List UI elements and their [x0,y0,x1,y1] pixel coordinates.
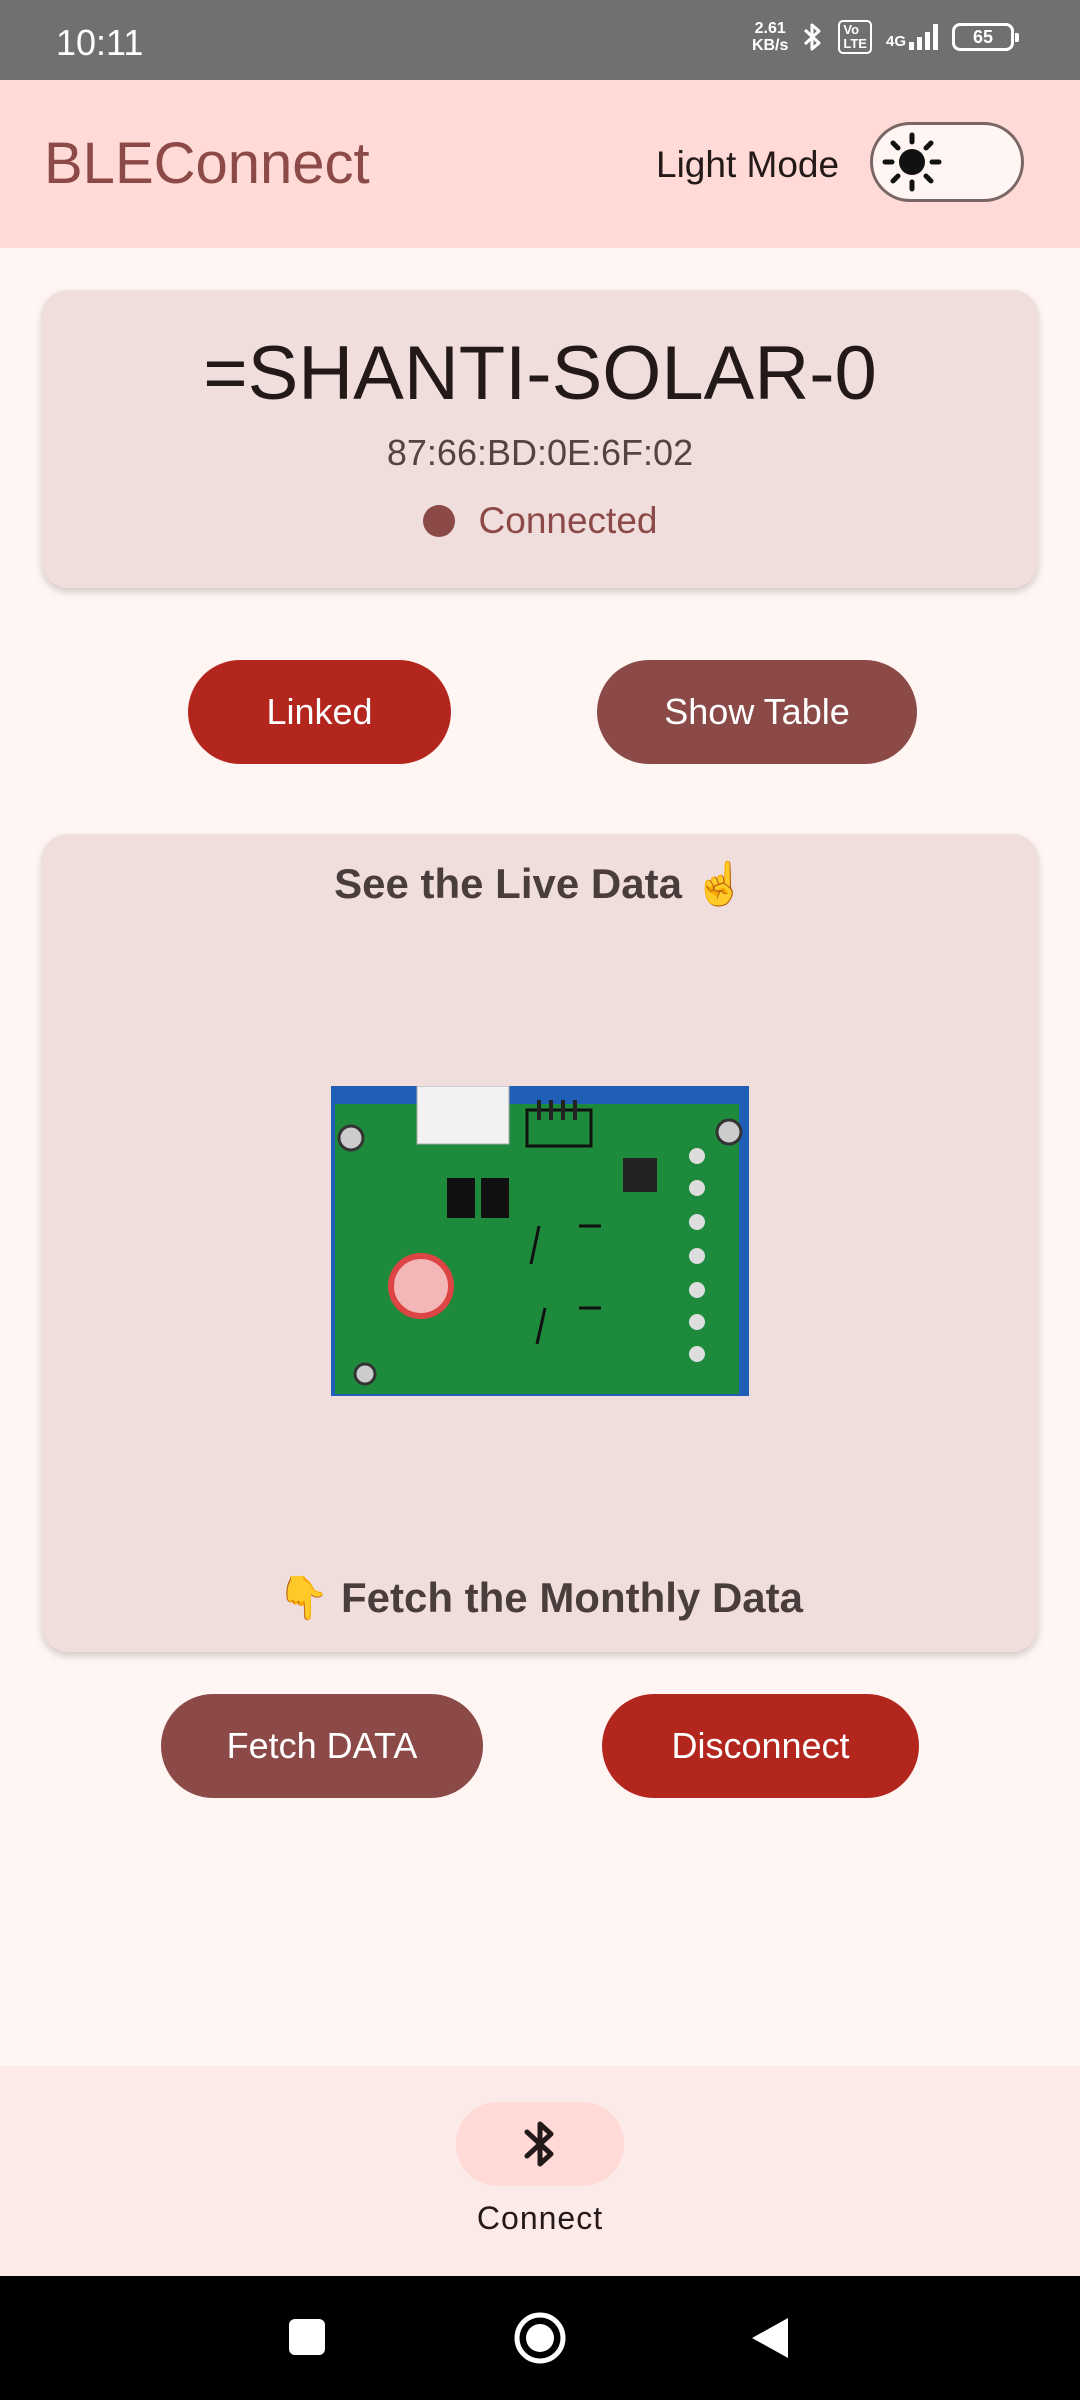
back-icon[interactable] [750,2316,790,2360]
app-bar: BLEConnect Light Mode [0,80,1080,248]
system-navigation-bar [0,2276,1080,2400]
signal-icon: 4G [886,24,938,50]
nav-item-connect[interactable] [456,2102,624,2186]
status-dot-icon [422,505,455,537]
status-icons: 2.61 KB/s Vo LTE 4G 65 [751,20,1019,54]
monthly-data-heading: 👇 Fetch the Monthly Data [277,1574,803,1621]
home-icon[interactable] [513,2311,567,2365]
live-data-heading: See the Live Data ☝️ [334,860,746,907]
sun-icon [882,132,942,192]
linked-button[interactable]: Linked [188,660,451,764]
fetch-data-button[interactable]: Fetch DATA [161,1694,483,1798]
disconnect-button[interactable]: Disconnect [602,1694,919,1798]
device-mac-address: 87:66:BD:0E:6F:02 [386,432,694,473]
battery-icon: 65 [952,23,1019,51]
theme-toggle[interactable] [870,122,1024,202]
recents-icon[interactable] [288,2318,326,2356]
circuit-board-image [331,1086,749,1396]
device-name: =SHANTI-SOLAR-0 [203,331,877,416]
bottom-navigation: Connect [0,2066,1080,2276]
network-speed: 2.61 KB/s [751,20,789,54]
app-title: BLEConnect [44,131,370,196]
nav-connect-label: Connect [476,2200,604,2236]
show-table-button[interactable]: Show Table [597,660,917,764]
device-card: =SHANTI-SOLAR-0 87:66:BD:0E:6F:02 Connec… [42,290,1038,588]
status-bar: 10:11 2.61 KB/s Vo LTE 4G 65 [0,0,1080,80]
live-data-card: See the Live Data ☝️ 👇 Fetch the Monthly… [42,834,1038,1652]
bluetooth-icon [524,2121,554,2167]
status-time: 10:11 [56,22,144,63]
volte-icon: Vo LTE [838,20,872,54]
theme-mode-label: Light Mode [656,144,840,185]
bluetooth-icon [804,23,821,51]
connection-status: Connected [42,500,1038,542]
connection-status-label: Connected [478,500,658,541]
